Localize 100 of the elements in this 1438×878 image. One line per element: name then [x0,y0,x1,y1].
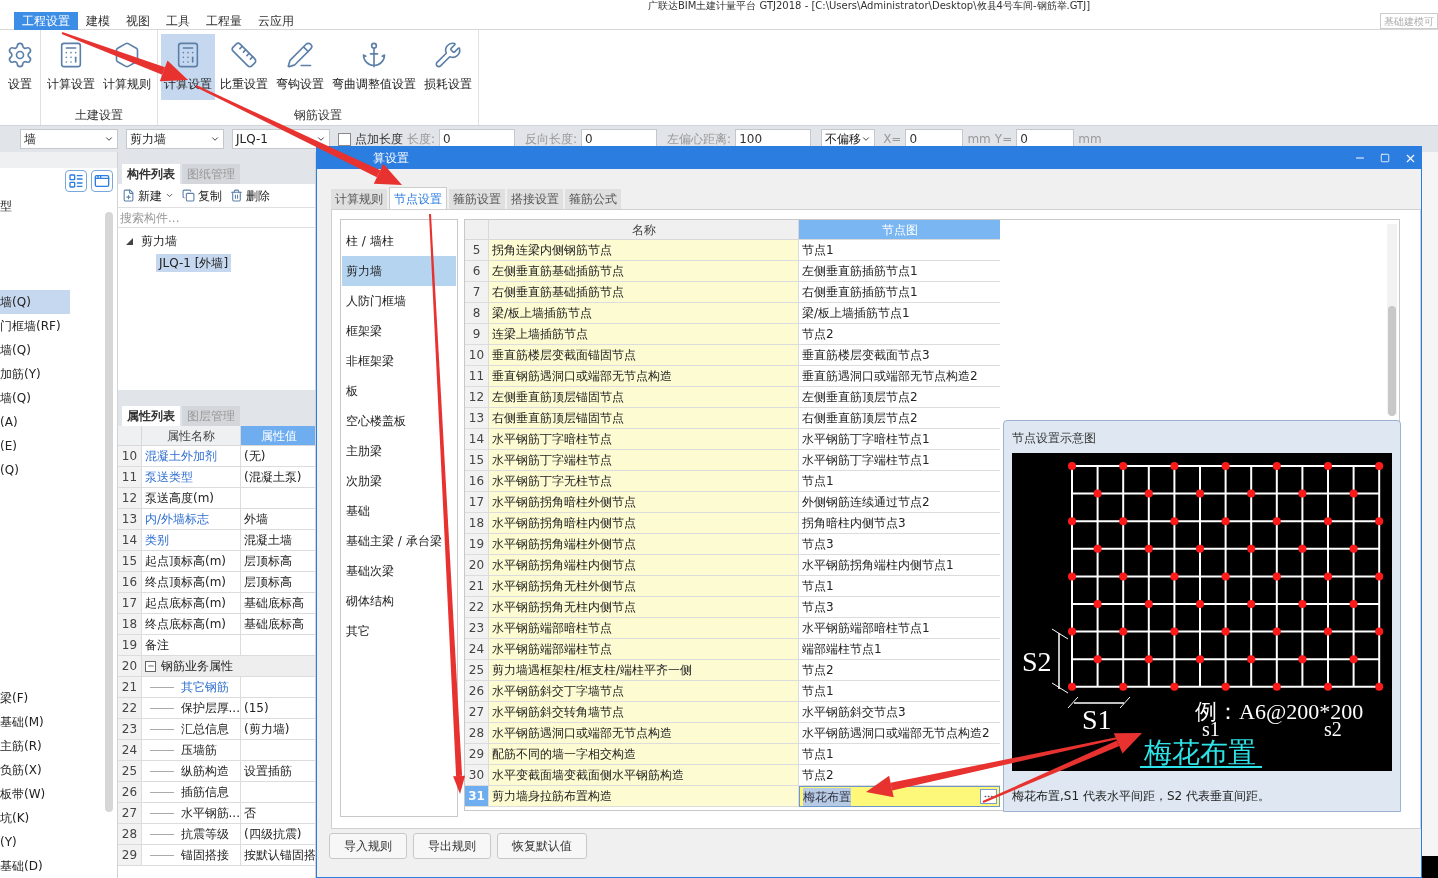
dialog-button[interactable]: 导入规则 [329,833,407,859]
row-number: 8 [465,303,489,324]
ribbon-button[interactable]: 计算设置 [44,34,98,100]
row-number: 24 [465,639,489,660]
nav-item[interactable]: 负筋(X) [0,758,70,782]
menu-tab[interactable]: 云应用 [250,11,302,30]
nav-item[interactable]: 门框墙(RF) [0,314,70,338]
row-number: 5 [465,240,489,261]
list-view-icon[interactable] [65,170,87,192]
expand-toggle-icon[interactable] [126,237,133,245]
toolbar-button[interactable]: 新建 [122,186,174,205]
nav-item[interactable]: (Q) [0,458,70,482]
toolbar-button[interactable]: 删除 [230,186,270,205]
field-label: 反向长度: [525,131,578,148]
row-number: 29 [118,845,142,866]
panel-tab[interactable]: 构件列表 [122,164,180,184]
tree-item[interactable]: JLQ-1 [外墙] [156,254,232,272]
dialog-button[interactable]: 导出规则 [413,833,491,859]
category-item[interactable]: 基础 [342,496,456,526]
menu-tab[interactable]: 视图 [118,11,158,30]
category-item[interactable]: 基础次梁 [342,556,456,586]
row-number: 27 [118,803,142,824]
toolbar-button[interactable]: 复制 [182,186,222,205]
spin-field[interactable]: 0 [905,129,964,149]
spin-field[interactable]: 0 [1016,129,1075,149]
ribbon-button[interactable]: 计算规则 [100,34,154,100]
ribbon-button[interactable]: 弯钩设置 [273,34,327,100]
collapse-toggle[interactable] [145,660,156,672]
dialog-tab[interactable]: 节点设置 [389,187,447,209]
nav-item[interactable]: (Y) [0,830,70,854]
input-field[interactable]: 100 [735,129,812,149]
panel-tab[interactable]: 属性列表 [122,406,180,426]
menu-tab[interactable]: 建模 [78,11,118,30]
ribbon-button[interactable]: 比重设置 [217,34,271,100]
category-item[interactable]: 人防门框墙 [342,286,456,316]
property-value: (无) [244,448,266,465]
nav-item[interactable]: 基础(D) [0,854,70,878]
dropdown[interactable]: 墙 [20,129,118,149]
nav-item[interactable]: 型 [0,194,70,218]
table-cell: 节点1 [799,240,1000,261]
search-field[interactable]: 搜索构件... [118,208,315,228]
dialog-tab[interactable]: 箍筋设置 [449,189,505,209]
dialog-button[interactable]: 恢复默认值 [497,833,587,859]
nav-item[interactable]: (E) [0,434,70,458]
ribbon-button[interactable]: 弯曲调整值设置 [329,34,419,100]
nav-item[interactable]: 基础(M) [0,710,70,734]
property-value: (剪力墙) [244,721,290,738]
table-cell: 节点3 [799,597,1000,618]
nav-item[interactable]: 墙(Q) [0,338,70,362]
category-item[interactable]: 框架梁 [342,316,456,346]
tree-item[interactable]: 剪力墙 [138,232,180,250]
nav-item[interactable]: (A) [0,410,70,434]
table-cell: 右侧垂直筋顶层锚固节点 [489,408,799,429]
input-field[interactable]: 0 [581,129,658,149]
scrollbar[interactable] [1387,224,1397,414]
category-item[interactable]: 板 [342,376,456,406]
scrollbar[interactable] [105,212,113,812]
category-item[interactable]: 主肋梁 [342,436,456,466]
category-item[interactable]: 砌体结构 [342,586,456,616]
value-field[interactable]: 梅花布置 [799,786,1000,807]
nav-item[interactable]: 墙(Q) [0,386,70,410]
row-number: 7 [465,282,489,303]
table-cell: 水平钢筋斜交转角墙节点 [489,702,799,723]
category-item[interactable]: 基础主梁 / 承台梁 [342,526,456,556]
category-item[interactable]: 其它 [342,616,456,646]
row-number: 18 [118,614,142,635]
checkbox[interactable]: 点加长度 [338,130,403,148]
column-header: 属性名称 [142,426,241,446]
menu-tab[interactable]: 工程量 [198,11,250,30]
maximize-icon[interactable] [1380,153,1390,163]
table-cell: 水平钢筋丁字端柱节点 [489,450,799,471]
window-view-icon[interactable] [91,170,113,192]
category-item[interactable]: 空心楼盖板 [342,406,456,436]
nav-item[interactable]: 主筋(R) [0,734,70,758]
table-cell: 水平钢筋遇洞口或端部无节点构造2 [799,723,1000,744]
ribbon-button[interactable]: 设置 [3,34,37,100]
dropdown[interactable]: 不偏移 [821,129,876,149]
dialog-tab[interactable]: 搭接设置 [507,189,563,209]
row-number: 6 [465,261,489,282]
dialog-tab[interactable]: 计算规则 [331,189,387,209]
row-number: 17 [465,492,489,513]
nav-item[interactable]: 梁(F) [0,686,70,710]
nav-item[interactable]: 板带(W) [0,782,70,806]
nav-item[interactable]: 加筋(Y) [0,362,70,386]
table-cell: 水平钢筋拐角暗柱外侧节点 [489,492,799,513]
category-item[interactable]: 剪力墙 [342,256,456,286]
property-value: 设置插筋 [244,763,292,780]
dropdown[interactable]: 剪力墙 [126,129,224,149]
nav-item[interactable]: 墙(Q) [0,290,70,314]
input-field[interactable]: 0 [439,129,516,149]
category-item[interactable]: 柱 / 墙柱 [342,226,456,256]
category-item[interactable]: 非框架梁 [342,346,456,376]
dialog-tab[interactable]: 箍筋公式 [565,189,621,209]
category-item[interactable]: 次肋梁 [342,466,456,496]
property-name: 备注 [144,637,169,654]
table-cell: 水平钢筋丁字暗柱节点1 [799,429,1000,450]
table-cell: 水平钢筋拐角端柱内侧节点 [489,555,799,576]
nav-item[interactable]: 坑(K) [0,806,70,830]
menu-tab[interactable]: 工具 [158,11,198,30]
ribbon-button[interactable]: 损耗设置 [421,34,475,100]
